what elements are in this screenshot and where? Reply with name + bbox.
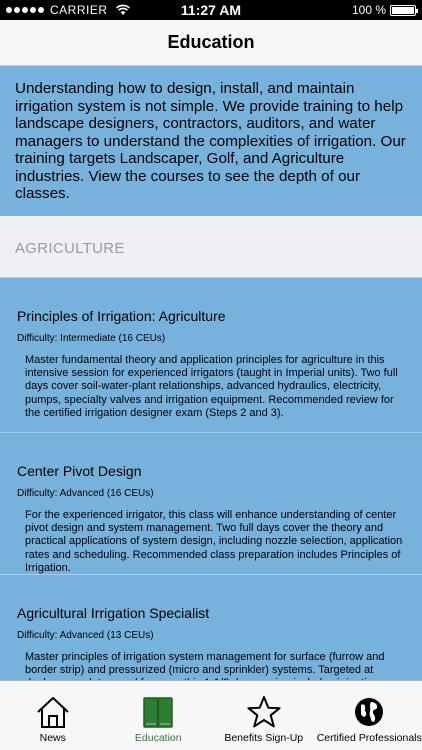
content-scroll-area[interactable]: Understanding how to design, install, an… [0,66,422,680]
course-list: Principles of Irrigation: Agriculture Di… [0,278,422,680]
status-right: 100 % [351,3,418,17]
course-description: For the experienced irrigator, this clas… [25,509,403,574]
navigation-bar: Education [0,20,422,66]
app-screen: CARRIER 11:27 AM 100 % Education Underst… [0,0,422,750]
tab-bar: News Education Benefits Sign-Up Certifie… [0,680,422,750]
star-icon [247,695,281,729]
course-item[interactable]: Principles of Irrigation: Agriculture Di… [0,278,422,433]
course-difficulty: Difficulty: Intermediate (16 CEUs) [17,333,166,344]
globe-icon [352,695,386,729]
house-icon [36,695,70,729]
course-difficulty: Difficulty: Advanced (16 CEUs) [17,488,154,499]
page-title: Education [167,32,255,52]
course-description: Master fundamental theory and applicatio… [25,354,398,419]
course-description: Master principles of irrigation system m… [25,651,385,680]
tab-label: News [39,732,66,744]
tab-label: Education [134,732,182,744]
tab-certified-professionals[interactable]: Certified Professionals [317,681,422,750]
tab-benefits-sign-up[interactable]: Benefits Sign-Up [211,681,317,750]
status-bar: CARRIER 11:27 AM 100 % [0,0,422,20]
battery-icon [390,4,418,16]
battery-percent: 100 % [351,3,386,17]
course-name: Principles of Irrigation: Agriculture [17,308,226,324]
tab-education[interactable]: Education [106,681,212,750]
course-item[interactable]: Center Pivot Design Difficulty: Advanced… [0,433,422,575]
course-name: Agricultural Irrigation Specialist [17,605,210,621]
tab-label: Certified Professionals [316,732,422,744]
book-icon [141,695,175,729]
course-item[interactable]: Agricultural Irrigation Specialist Diffi… [0,575,422,680]
course-difficulty: Difficulty: Advanced (13 CEUs) [17,630,154,641]
tab-news[interactable]: News [0,681,106,750]
section-header-agriculture: AGRICULTURE [0,216,422,278]
tab-label: Benefits Sign-Up [224,732,304,744]
intro-panel: Understanding how to design, install, an… [0,66,422,216]
course-name: Center Pivot Design [17,463,142,479]
section-title: AGRICULTURE [15,240,125,257]
intro-text: Understanding how to design, install, an… [15,80,406,202]
